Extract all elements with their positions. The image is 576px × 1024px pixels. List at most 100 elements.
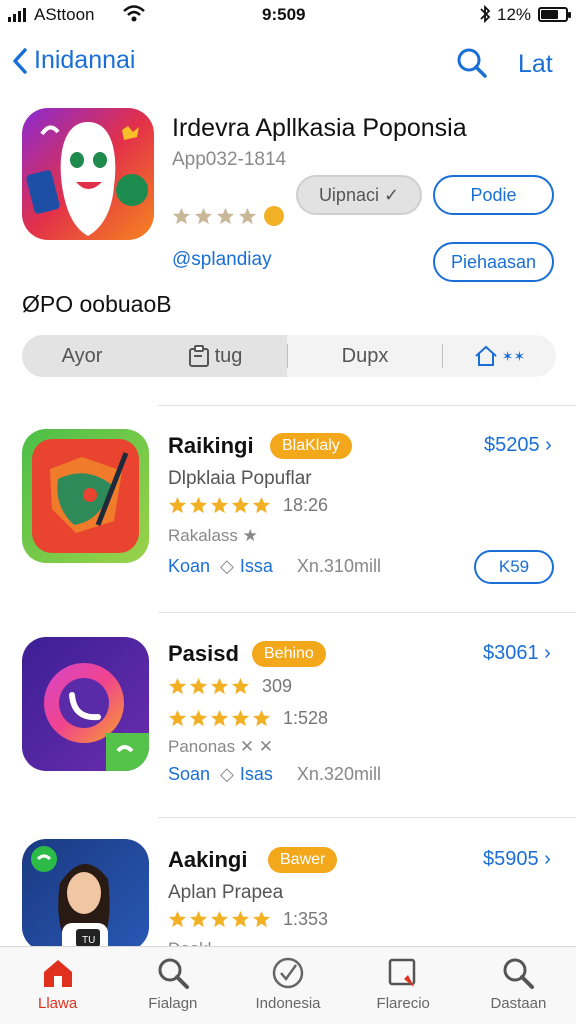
battery-percent: 12% [497,5,532,24]
divider [158,817,576,818]
segment-label: ✶✶ [501,347,526,364]
tab-label: Flarecio [376,995,430,1012]
search-icon[interactable] [455,46,489,85]
tab-search-2[interactable]: Dastaan [461,947,576,1024]
secondary-action-button[interactable]: Piehaasan [433,242,554,282]
bluetooth-icon [478,4,492,29]
list-item-badge: Bawer [268,847,338,873]
divider [158,612,576,613]
list-item-rating: 1:353 [168,909,328,930]
section-heading: ØPO oobuaoB [22,291,172,317]
carrier-name: ASttoon [34,5,95,24]
list-item-subtitle: Aplan Prapea [168,882,284,903]
list-item-icon: TU [22,839,149,951]
tab-search[interactable]: Fialagn [115,947,230,1024]
search-icon [158,958,189,989]
star-icon [189,677,208,695]
list-item-category: Panonas ✕ ✕ [168,737,274,756]
link-icon: ◇ [220,556,234,576]
svg-text:TU: TU [82,935,95,946]
tab-bar: Llawa Fialagn Indonesia Flarecio Dastaan [0,946,576,1024]
star-icon [210,910,229,928]
wifi-icon [122,4,146,29]
rating-count: 309 [262,676,293,696]
featured-app-icon[interactable] [22,108,154,240]
list-item-icon [22,429,149,563]
meta-label-b[interactable]: Isas [240,764,273,785]
star-icon [210,709,229,727]
meta-size: Xn.310mill [296,556,381,576]
list-item-title: Pasisd [168,641,239,666]
list-item-subtitle: Dlpklaia Popuflar [168,468,312,489]
home-icon [43,960,72,987]
star-icon [189,910,208,928]
star-icon [231,910,250,928]
star-icon [194,207,213,224]
get-button[interactable]: K59 [474,550,554,584]
list-item-badge: BlaKlaly [270,433,352,459]
tab-label: Fialagn [148,995,198,1012]
segment-label: Dupx [341,344,389,367]
rating-count: 1:353 [283,909,329,929]
signal-icon [8,8,26,22]
star-icon [231,677,250,695]
segment-1[interactable]: tug [142,335,287,377]
nav-right-button[interactable]: Lat [518,50,553,79]
list-item-badge: Behino [252,641,326,667]
rating-count: 1:528 [283,708,329,728]
list-item-meta: Soan ◇ Isas Xn.320mill [168,764,381,785]
star-icon [252,910,271,928]
status-bar: ASttoon 9:509 12% [0,0,576,30]
featured-app-title: Irdevra Apllkasia Poponsia [172,114,467,142]
battery-icon [538,7,571,22]
segment-0[interactable]: Ayor [22,335,142,377]
edit-box-icon [388,958,416,987]
tab-home[interactable]: Llawa [0,947,115,1024]
list-item-price[interactable]: $3061 › [483,642,551,665]
segment-2[interactable]: Dupx [288,335,442,377]
star-icon [252,709,271,727]
clock: 9:509 [262,5,306,24]
developer-link[interactable]: @splandiay [172,249,272,271]
meta-size: Xn.320mill [296,764,381,784]
featured-app-rating [172,206,284,226]
list-item[interactable]: Pasisd Behino $3061 › 309 1:528 Panonas … [0,631,576,831]
segment-label: tug [214,344,243,367]
tab-indonesia[interactable]: Indonesia [230,947,345,1024]
list-item-price[interactable]: $5905 › [483,848,551,871]
meta-label-a[interactable]: Soan [168,764,210,785]
segment-3[interactable]: ✶✶ [443,335,555,377]
tab-label: Dastaan [490,995,547,1012]
primary-action-button[interactable]: Podie [433,175,554,215]
open-button[interactable]: Uipnaci ✓ [296,175,422,215]
list-item-rating: 18:26 [168,495,328,516]
star-icon [168,910,187,928]
coin-icon [264,206,284,226]
star-icon [168,496,187,514]
star-icon [216,207,235,224]
list-item-category: Rakalass ★ [168,526,258,545]
list-item[interactable]: Raikingi BlaKlaly $5205 › Dlpklaia Popuf… [0,423,576,623]
segmented-control: Ayor tug Dupx ✶✶ [22,335,556,377]
meta-label-a[interactable]: Koan [168,556,210,577]
check-circle-icon [272,957,304,989]
list-item-price[interactable]: $5205 › [484,434,552,457]
clipboard-icon [188,345,209,367]
divider [158,405,576,406]
featured-app: Irdevra Apllkasia Poponsia App032-1814 @… [0,106,576,296]
star-icon [210,496,229,514]
star-icon [210,677,229,695]
tab-updates[interactable]: Flarecio [346,947,461,1024]
star-icon [172,207,191,224]
featured-app-id: App032-1814 [172,149,287,170]
segment-label: Ayor [61,344,103,367]
meta-label-b[interactable]: Issa [240,556,273,577]
list-item-rating-secondary: 1:528 [168,708,328,729]
star-icon [231,709,250,727]
back-label: Inidannai [34,46,136,74]
search-icon [503,958,535,989]
chevron-left-icon [13,47,27,74]
house-icon [475,345,497,366]
back-button[interactable]: Inidannai [12,46,135,75]
rating-count: 18:26 [283,495,329,515]
